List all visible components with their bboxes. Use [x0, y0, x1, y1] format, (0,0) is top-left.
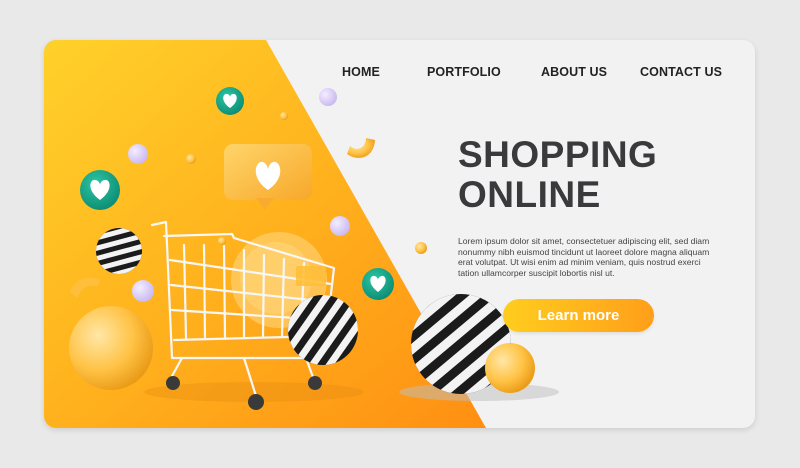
nav-contact-us[interactable]: CONTACT US: [640, 65, 722, 79]
gold-dot: [218, 237, 226, 245]
hero-title: SHOPPING ONLINE: [458, 135, 657, 215]
top-navigation: HOME PORTFOLIO ABOUT US CONTACT US: [44, 65, 755, 85]
gold-ball: [485, 343, 535, 393]
learn-more-button[interactable]: Learn more: [503, 299, 654, 332]
cart-label-tag: [296, 266, 326, 286]
gold-dot: [280, 112, 288, 120]
lavender-ball: [330, 216, 350, 236]
hero-description: Lorem ipsum dolor sit amet, consectetuer…: [458, 236, 710, 278]
lavender-ball: [319, 88, 337, 106]
heart-icon: [362, 268, 394, 300]
gold-crescent: [347, 138, 375, 158]
gold-dot: [415, 242, 427, 254]
cart-wheel: [248, 394, 264, 410]
cart-wheel: [166, 376, 180, 390]
lavender-ball: [132, 280, 154, 302]
heart-icon: [80, 170, 120, 210]
nav-about-us[interactable]: ABOUT US: [541, 65, 607, 79]
landing-page-card: HOME PORTFOLIO ABOUT US CONTACT US SHOPP…: [44, 40, 755, 428]
heart-icon: [216, 87, 244, 115]
hero-title-line-2: ONLINE: [458, 174, 601, 215]
hero-illustration: [44, 40, 559, 428]
cart-wheel: [308, 376, 322, 390]
nav-home[interactable]: HOME: [342, 65, 380, 79]
gold-dot: [186, 154, 196, 164]
gold-ball: [69, 306, 153, 390]
hero-title-line-1: SHOPPING: [458, 134, 658, 175]
nav-portfolio[interactable]: PORTFOLIO: [427, 65, 501, 79]
lavender-ball: [128, 144, 148, 164]
